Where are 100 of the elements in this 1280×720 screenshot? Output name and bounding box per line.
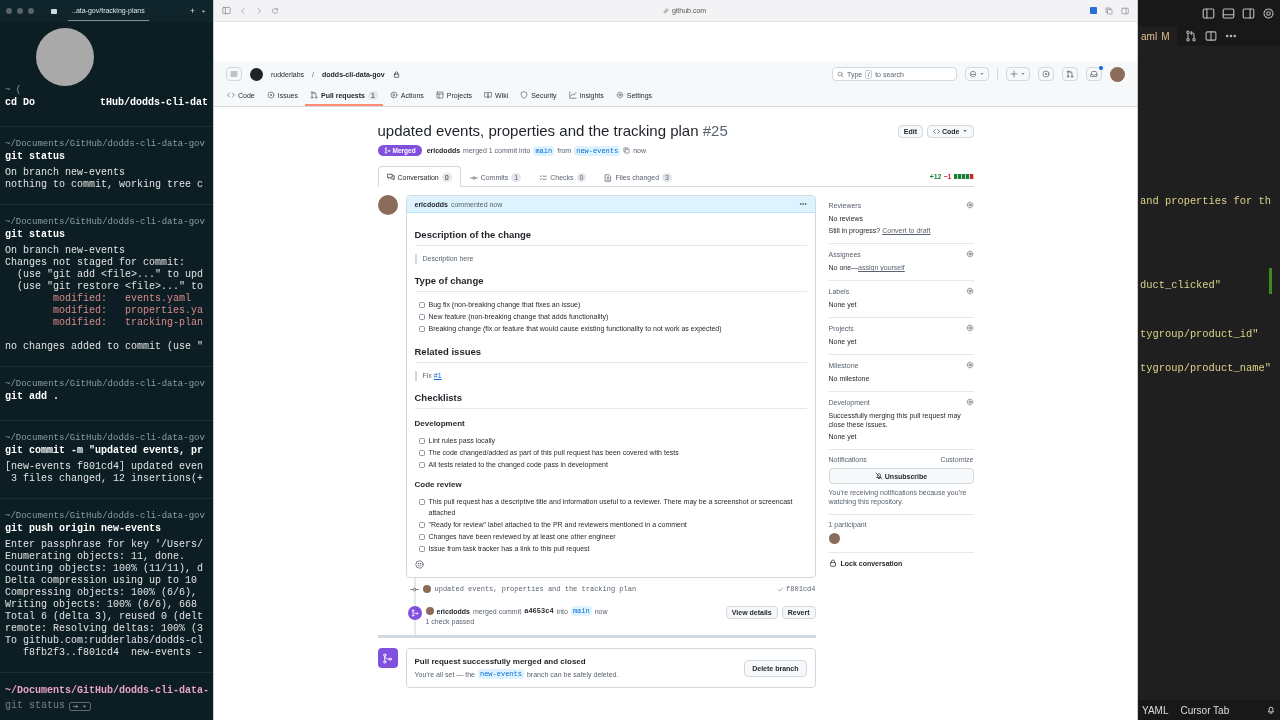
link-icon [662,7,669,14]
command-text: cd Do [5,97,35,109]
editor-tab[interactable]: aml M [1138,26,1178,46]
checkbox[interactable] [418,326,425,332]
issues-button[interactable] [1038,67,1054,81]
checklist-icon [539,173,548,182]
menu-button[interactable] [226,67,242,81]
caret-icon [979,71,985,77]
checkbox[interactable] [418,545,425,552]
graph-icon [568,91,577,99]
logo-icon[interactable] [250,67,263,81]
command-text: git add . [5,391,59,403]
modified-file-line: modified: properties.ya [52,305,205,317]
checkbox[interactable] [418,461,425,468]
status-item[interactable]: YAML [1142,704,1169,716]
assistant-button[interactable] [965,67,989,81]
commit-icon [409,584,419,594]
panel-toggle-icon[interactable] [1222,6,1235,20]
prompt-path: ~/Documents/GitHub/dodds-cli-data-gov [5,432,206,444]
caret-icon [1020,71,1026,77]
gear-icon[interactable] [965,324,974,332]
avatar[interactable] [828,533,840,544]
output-line: On branch new-events [5,167,127,179]
pull-requests-button[interactable] [1062,67,1078,81]
checkbox[interactable] [418,521,425,528]
output-line: remote: Resolving deltas: 100% (3 [5,623,205,635]
gear-icon[interactable] [965,361,974,369]
subsection-heading: Development [414,418,466,429]
lock-icon [392,70,400,78]
pull-request-icon [1066,70,1074,78]
pr-title: updated events, properties and the tracking plan #25 [377,121,728,141]
merge-status-title: Pull request successfully merged and closed [414,657,587,666]
settings-icon[interactable] [1262,6,1275,20]
code-line: and properties for th [1140,194,1271,208]
table-icon [435,91,444,99]
modified-file-line: modified: tracking-plan [52,317,205,329]
merge-icon [383,147,391,154]
commit-icon [469,173,478,182]
caret-icon [961,128,968,134]
command-text: git status [5,151,65,163]
sidebar-toggle-icon[interactable] [1202,6,1215,20]
inbox-icon [1090,70,1098,78]
gear-icon[interactable] [965,398,974,406]
sidebar-icon[interactable] [222,6,231,15]
compare-changes-icon[interactable] [1185,30,1198,42]
play-icon [389,91,398,99]
output-line: To github.com:rudderlabs/dodds-cl [5,635,205,647]
code-line: duct_clicked" [1140,278,1222,292]
reload-icon[interactable] [271,6,279,15]
gear-icon[interactable] [965,250,974,258]
avatar[interactable] [422,585,431,593]
avatar[interactable] [1110,66,1125,82]
checkbox[interactable] [418,314,425,320]
avatar[interactable] [425,607,434,615]
tab-title: aml [1141,30,1158,42]
command-suggestion[interactable]: git status [5,700,65,712]
extension-icon[interactable] [1090,7,1097,14]
checkbox[interactable] [418,499,425,505]
status-item[interactable]: Cursor Tab [1180,704,1230,716]
gear-icon[interactable] [965,287,974,295]
bell-slash-icon [874,472,883,480]
checkbox[interactable] [418,437,425,444]
create-button[interactable] [1006,67,1030,81]
prompt-path: ~/Documents/GitHub/dodds-cli-data-gov [5,138,206,150]
inbox-button[interactable] [1086,67,1102,81]
webcam-placeholder [36,28,94,86]
code-icon [933,127,940,135]
output-line: Enter passphrase for key '/Users/ [5,539,205,551]
gear-icon[interactable] [965,201,974,209]
output-line: Total 6 (delta 3), reused 0 (delt [5,611,205,623]
diffstat-icon [953,173,974,179]
output-line: (use "git restore <file>..." to [16,281,205,293]
notification-bell-icon[interactable] [1266,705,1276,715]
checkbox[interactable] [418,533,425,540]
menu-icon [230,70,238,78]
check-icon [777,585,785,593]
split-editor-icon[interactable] [1205,30,1218,42]
section-heading: Description of the change [414,229,807,246]
output-line: Counting objects: 100% (11/11), d [5,563,205,575]
copy-icon[interactable] [623,147,631,154]
checkbox[interactable] [418,449,425,456]
tab-icon[interactable] [1105,6,1113,15]
sidebar-toggle-icon[interactable] [1242,6,1255,20]
avatar[interactable] [377,195,398,215]
comments-icon [386,173,395,181]
checkbox[interactable] [418,302,425,308]
output-line: f8fb2f3..f801cd4 new-events - [22,647,205,659]
code-line: tygroup/product_id" [1140,327,1259,341]
unread-dot [1099,66,1103,70]
sidebar-icon[interactable] [1121,6,1129,15]
prompt-path: ~/Documents/GitHub/dodds-cli-data-gov [5,510,206,522]
search-icon [837,70,844,78]
output-line: [new-events f801cd4] updated even [5,461,205,473]
code-icon [227,91,235,99]
add-reaction-icon[interactable] [414,560,424,569]
section-heading: Related issues [414,345,807,363]
new-tab-button[interactable]: + [189,5,195,17]
accept-suggestion-button[interactable] [69,701,91,711]
prompt-path: ~/Documents/GitHub/dodds-cli-data- [5,685,208,697]
issue-icon [266,91,275,99]
